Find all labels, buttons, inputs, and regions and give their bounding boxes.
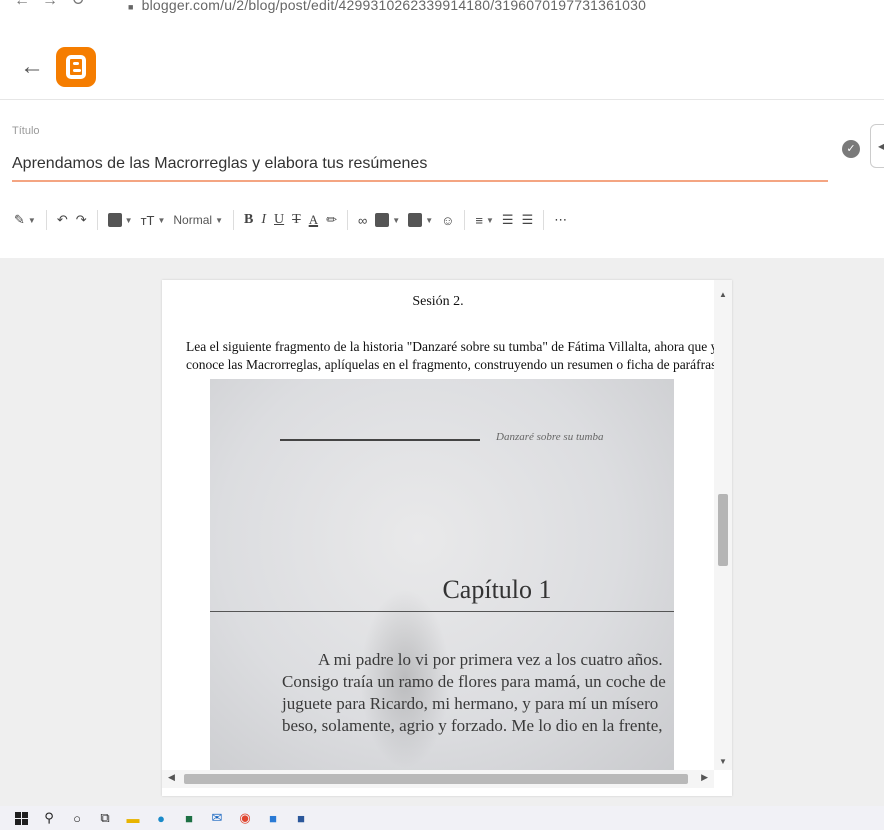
browser-nav: ← → ↻ [0, 0, 88, 16]
chapter-rule [210, 611, 674, 612]
url-text: blogger.com/u/2/blog/post/edit/429931026… [141, 0, 647, 13]
toolbar-divider [464, 210, 466, 230]
page-header-rule [280, 439, 480, 441]
redo-button[interactable]: ↷ [72, 208, 91, 232]
more-icon: ⋯ [554, 212, 568, 227]
emoji-icon: ☺ [441, 212, 455, 228]
toolbar-divider [45, 210, 47, 230]
horizontal-scrollbar[interactable]: ◀ ▶ [162, 770, 714, 788]
photos-icon[interactable]: ■ [266, 811, 280, 826]
saved-check-icon: ✓ [842, 140, 860, 158]
scroll-right-icon[interactable]: ▶ [701, 772, 708, 783]
book-text-line: Consigo traía un ramo de flores para mam… [282, 672, 666, 691]
font-size-button[interactable]: тT ▼ [137, 208, 170, 232]
address-bar[interactable]: ■ blogger.com/u/2/blog/post/edit/42993102… [128, 0, 646, 13]
horizontal-scroll-thumb[interactable] [184, 774, 688, 784]
image-icon [375, 213, 390, 227]
underline-button[interactable]: U [270, 208, 288, 232]
link-icon: ∞ [357, 212, 368, 228]
bulleted-list-button[interactable]: ☰ [518, 208, 538, 232]
eye-icon: ◀ [878, 139, 884, 153]
book-text-line: A mi padre lo vi por primera vez a los c… [318, 650, 663, 669]
reload-icon[interactable]: ↻ [68, 0, 88, 16]
align-icon: ≡ [475, 212, 483, 228]
excel-icon[interactable]: ■ [182, 811, 196, 826]
bold-button[interactable]: B [240, 208, 257, 232]
scroll-left-icon[interactable]: ◀ [168, 772, 175, 783]
toolbar-divider [543, 210, 545, 230]
book-text-line: beso, solamente, agrio y forzado. Me lo … [282, 716, 663, 735]
italic-button[interactable]: I [257, 208, 270, 232]
strikethrough-button[interactable]: T [288, 208, 305, 232]
scroll-up-icon[interactable]: ▲ [714, 290, 732, 299]
edge-icon[interactable]: ● [154, 811, 168, 826]
highlight-button[interactable]: ✏ [322, 208, 341, 232]
insert-image-button[interactable]: ▼ [371, 208, 404, 232]
vertical-scrollbar[interactable]: ▲ ▼ [714, 280, 732, 770]
chrome-icon[interactable]: ◉ [238, 810, 252, 825]
numbered-list-icon: ☰ [501, 212, 514, 227]
insert-emoji-button[interactable]: ☺ [437, 208, 458, 232]
marker-icon: ✏ [326, 212, 337, 227]
lock-icon: ■ [128, 2, 134, 12]
browser-toolbar: ← → ↻ ■ blogger.com/u/2/blog/post/edit/42… [0, 0, 884, 30]
instruction-line-1: Lea el siguiente fragmento de la histori… [186, 339, 714, 354]
paragraph-style-label: Normal [173, 213, 213, 227]
editor-toolbar: ✎ ▼ ↶ ↷ ▼ тT ▼ Normal ▼ B I U T A ✏ ∞ ▼ ▼ ☺… [10, 206, 571, 234]
paragraph-style-select[interactable]: Normal ▼ [169, 208, 227, 232]
toolbar-divider [346, 210, 348, 230]
numbered-list-button[interactable]: ☰ [498, 208, 518, 232]
link-button[interactable]: ∞ [354, 208, 371, 232]
title-label: Título [12, 125, 40, 137]
post-body-content[interactable]: Sesión 2. Lea el siguiente fragmento de … [162, 280, 714, 770]
windows-taskbar: ⚲ ○ ⧉ ▬ ● ■ ✉ ◉ ■ ■ [0, 806, 884, 830]
post-title-input[interactable] [12, 152, 828, 182]
undo-icon: ↶ [56, 212, 68, 227]
more-options-button[interactable]: ⋯ [550, 208, 571, 232]
scroll-down-icon[interactable]: ▼ [714, 757, 732, 766]
redo-icon: ↷ [75, 212, 87, 227]
file-explorer-icon[interactable]: ▬ [126, 811, 140, 826]
toolbar-divider [96, 210, 98, 230]
undo-button[interactable]: ↶ [53, 208, 72, 232]
windows-start-icon[interactable] [14, 811, 28, 825]
mail-icon[interactable]: ✉ [210, 810, 224, 825]
search-icon[interactable]: ⚲ [42, 810, 56, 825]
session-heading: Sesión 2. [412, 294, 464, 309]
insert-video-button[interactable]: ▼ [404, 208, 437, 232]
book-text-line: juguete para Ricardo, mi hermano, y para… [282, 694, 659, 713]
bulleted-list-icon: ☰ [521, 212, 534, 227]
book-running-head: Danzaré sobre su tumba [496, 431, 604, 443]
word-icon[interactable]: ■ [294, 811, 308, 826]
back-arrow-icon[interactable]: ← [20, 53, 50, 81]
book-text: A mi padre lo vi por primera vez a los c… [282, 649, 666, 737]
vertical-scroll-thumb[interactable] [718, 494, 728, 566]
app-header: ← [0, 34, 884, 100]
align-button[interactable]: ≡ ▼ [471, 208, 498, 232]
forward-icon[interactable]: → [40, 0, 60, 16]
font-icon [107, 213, 122, 227]
post-body-page[interactable]: Sesión 2. Lea el siguiente fragmento de … [162, 280, 732, 796]
toolbar-divider [232, 210, 234, 230]
instruction-line-2: conoce las Macrorreglas, aplíquelas en e… [186, 356, 714, 374]
book-chapter-title: Capítulo 1 [442, 575, 552, 604]
video-icon [408, 213, 423, 227]
task-view-icon[interactable]: ⧉ [98, 810, 112, 825]
cortana-icon[interactable]: ○ [70, 811, 84, 826]
blogger-logo-icon[interactable] [56, 46, 96, 87]
text-color-button[interactable]: A [305, 208, 322, 232]
compose-mode-button[interactable]: ✎ ▼ [10, 208, 40, 232]
font-family-button[interactable]: ▼ [104, 208, 137, 232]
instruction-paragraph[interactable]: Lea el siguiente fragmento de la histori… [186, 338, 714, 374]
preview-button[interactable]: ◀ [870, 124, 884, 168]
font-size-icon: тT [140, 212, 155, 228]
embedded-book-photo[interactable]: Danzaré sobre su tumba Capítulo 1 A mi p… [210, 379, 674, 770]
pencil-icon: ✎ [14, 212, 25, 227]
back-icon[interactable]: ← [12, 0, 32, 16]
